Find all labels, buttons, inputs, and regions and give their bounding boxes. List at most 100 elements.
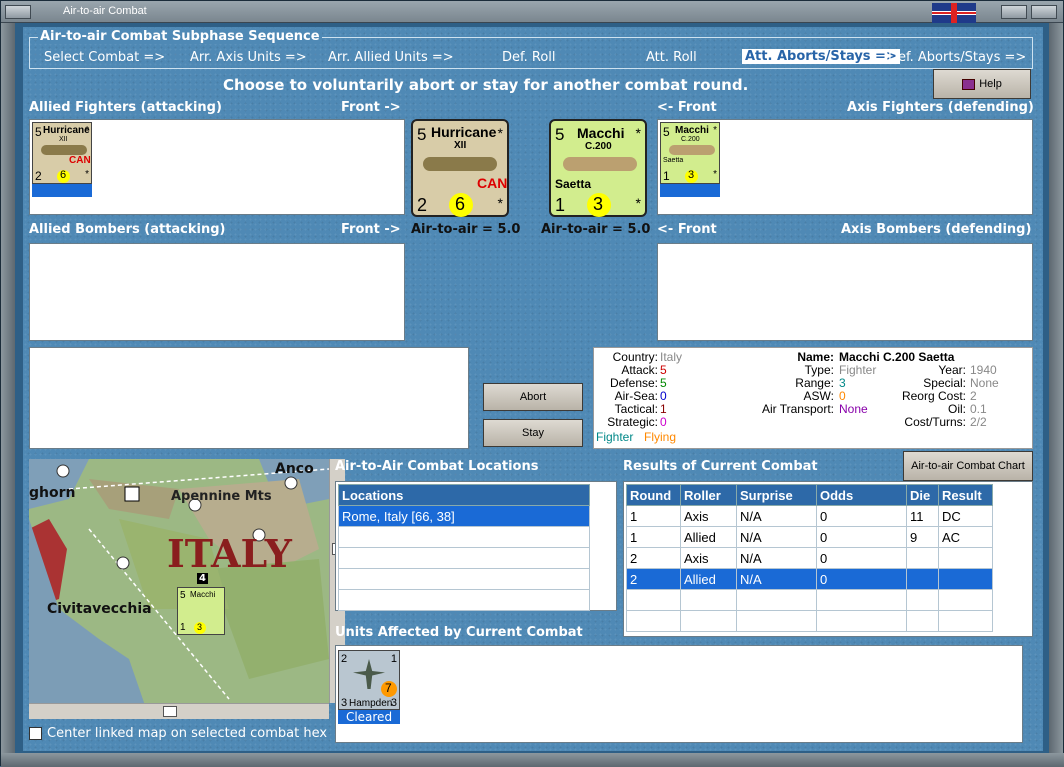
hurricane-plane-icon — [41, 145, 87, 155]
location-row[interactable]: Rome, Italy [66, 38] — [338, 505, 590, 527]
c-name: Hurricane — [43, 125, 90, 136]
affected-units-box[interactable]: 2 1 7 3 Hampden 3 Cleared — [335, 645, 1023, 743]
s-nick: Saetta — [663, 157, 684, 164]
stay-button[interactable]: Stay — [483, 419, 583, 447]
table-row[interactable]: 1 Allied N/A 0 9 AC — [626, 526, 993, 548]
axis-fighter-counter[interactable]: 5 Macchi * C.200 Saetta 1 3 * — [549, 119, 647, 217]
abort-button[interactable]: Abort — [483, 383, 583, 411]
c-br: * — [85, 169, 89, 180]
ax-tl: 5 — [555, 125, 565, 144]
front-right-label: Front -> — [341, 100, 401, 115]
minimize-icon[interactable] — [1001, 5, 1027, 19]
m-air: 3 — [197, 622, 203, 632]
cost-label: Cost/Turns: — [904, 415, 966, 429]
combat-chart-button[interactable]: Air-to-air Combat Chart — [903, 451, 1033, 481]
map-horizontal-scrollbar[interactable] — [29, 703, 329, 719]
big-var: XII — [454, 140, 467, 151]
allied-fighters-label: Allied Fighters (attacking) — [29, 100, 222, 115]
axis-fighters-label: Axis Fighters (defending) — [847, 100, 1034, 115]
col-die: Die — [906, 484, 939, 506]
results-title: Results of Current Combat — [623, 459, 818, 474]
seq-arr-axis: Arr. Axis Units => — [190, 50, 307, 65]
front-left-label-2: <- Front — [657, 222, 717, 237]
allied-a2a-value: Air-to-air = 5.0 — [411, 222, 521, 237]
subphase-sequence: Air-to-air Combat Subphase Sequence Sele… — [29, 29, 1033, 69]
country-label: Country: — [612, 350, 658, 364]
c-tl: 5 — [35, 125, 42, 139]
c-bl: 2 — [35, 169, 42, 183]
window: Air-to-air Combat Air-to-air Combat Subp… — [0, 0, 1064, 767]
col-result: Result — [938, 484, 993, 506]
big-tl: 5 — [417, 125, 427, 144]
range-value: 3 — [839, 376, 846, 390]
reorg-label: Reorg Cost: — [901, 389, 966, 403]
big-air: 6 — [455, 194, 466, 214]
status-flying: Flying — [644, 430, 677, 444]
allied-bombers-box[interactable] — [29, 243, 405, 341]
front-right-label-2: Front -> — [341, 222, 401, 237]
big-tr: * — [497, 125, 503, 141]
affected-title: Units Affected by Current Combat — [335, 625, 583, 640]
map-label-apennine: Apennine Mts — [171, 489, 272, 504]
selection-bar — [32, 184, 92, 197]
instruction-text: Choose to voluntarily abort or stay for … — [223, 76, 749, 94]
help-button[interactable]: Help — [933, 69, 1031, 99]
results-table-box[interactable]: Round Roller Surprise Odds Die Result 1A… — [623, 481, 1033, 637]
hampden-counter[interactable]: 2 1 7 3 Hampden 3 — [338, 650, 400, 710]
close-icon[interactable] — [1031, 5, 1057, 19]
seq-def-aborts: Def. Aborts/Stays => — [888, 50, 1027, 65]
macchi-plane-icon — [669, 145, 715, 155]
table-row[interactable]: 2 Axis N/A 0 — [626, 547, 993, 569]
s-tl: 5 — [663, 125, 670, 139]
uk-flag-icon — [932, 3, 976, 23]
map-label-civitavecchia: Civitavecchia — [47, 601, 152, 617]
ax-name: Macchi — [577, 125, 625, 141]
h-br: 3 — [390, 697, 397, 709]
s-tr: * — [713, 125, 717, 136]
hurricane-plane-icon — [423, 157, 497, 171]
locations-header: Locations — [338, 484, 590, 506]
tactical-value: 1 — [660, 402, 667, 416]
type-label: Type: — [804, 363, 834, 377]
big-br: * — [497, 195, 503, 211]
range-label: Range: — [795, 376, 834, 390]
ax-br: * — [635, 195, 641, 211]
help-label: Help — [979, 78, 1002, 90]
asw-label: ASW: — [803, 389, 834, 403]
defense-label: Defense: — [609, 376, 658, 390]
axis-fighters-box[interactable]: 5 Macchi * C.200 Saetta 1 3 * — [657, 119, 1033, 215]
axis-bombers-box[interactable] — [657, 243, 1033, 341]
special-label: Special: — [923, 376, 966, 390]
window-title: Air-to-air Combat — [63, 5, 147, 17]
seq-att-roll: Att. Roll — [646, 50, 697, 65]
m-bl: 1 — [180, 622, 186, 633]
linked-map[interactable]: Anco ghorn Apennine Mts ITALY Civitavecc… — [29, 459, 329, 717]
allied-fighter-counter-small[interactable]: 5 Hurricane * XII CAN 2 6 * — [32, 122, 92, 184]
ax-var: C.200 — [585, 141, 612, 152]
asw-value: 0 — [839, 389, 846, 403]
strategic-value: 0 — [660, 415, 667, 429]
attack-value: 5 — [660, 363, 667, 377]
center-map-label: Center linked map on selected combat hex — [47, 726, 328, 741]
center-map-checkbox[interactable] — [29, 727, 42, 740]
col-surprise: Surprise — [736, 484, 817, 506]
locations-list[interactable]: Locations Rome, Italy [66, 38] — [335, 481, 617, 611]
allied-fighter-counter[interactable]: 5 Hurricane * XII CAN 2 6 * — [411, 119, 509, 217]
c-tr: * — [85, 125, 89, 136]
menu-icon[interactable] — [5, 5, 31, 19]
s-name: Macchi — [675, 125, 709, 136]
title-bar[interactable]: Air-to-air Combat — [1, 1, 1063, 23]
table-row-selected[interactable]: 2 Allied N/A 0 — [626, 568, 993, 590]
seq-arr-allied: Arr. Allied Units => — [328, 50, 454, 65]
map-axis-stack[interactable]: 5 Macchi 1 3 — [177, 587, 225, 635]
airsea-value: 0 — [660, 389, 667, 403]
strategic-label: Strategic: — [607, 415, 658, 429]
left-frame — [1, 23, 15, 767]
type-value: Fighter — [839, 363, 877, 377]
table-row[interactable]: 1 Axis N/A 0 11 DC — [626, 505, 993, 527]
locations-title: Air-to-Air Combat Locations — [335, 459, 539, 474]
oil-value: 0.1 — [970, 402, 987, 416]
h-name: Hampden — [349, 698, 393, 709]
allied-fighters-box[interactable]: 5 Hurricane * XII CAN 2 6 * — [29, 119, 405, 215]
axis-fighter-counter-small[interactable]: 5 Macchi * C.200 Saetta 1 3 * — [660, 122, 720, 184]
